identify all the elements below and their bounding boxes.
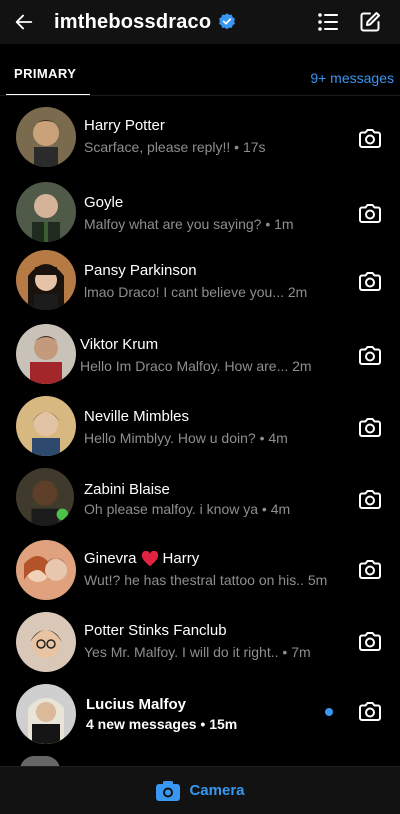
message-preview: Oh please malfoy. i know ya • 4m	[84, 501, 291, 517]
camera-label: Camera	[189, 782, 245, 799]
camera-icon[interactable]	[356, 414, 384, 442]
message-preview: Wut!? he has thestral tattoo on his.. 5m	[84, 572, 328, 588]
camera-icon[interactable]	[356, 200, 384, 228]
camera-icon[interactable]	[356, 628, 384, 656]
avatar	[16, 324, 76, 384]
message-preview: lmao Draco! I cant believe you... 2m	[84, 284, 308, 300]
inbox-tabs: PRIMARY 9+ messages	[0, 44, 400, 96]
avatar	[16, 468, 74, 526]
avatar	[16, 540, 76, 600]
conversation-row[interactable]: Pansy Parkinson lmao Draco! I cant belie…	[0, 248, 400, 318]
avatar	[16, 250, 76, 310]
camera-icon[interactable]	[356, 486, 384, 514]
message-preview: Yes Mr. Malfoy. I will do it right.. • 7…	[84, 644, 311, 660]
conversation-name: Pansy Parkinson	[84, 262, 197, 279]
conversation-name: Zabini Blaise	[84, 481, 170, 498]
message-preview: Hello Mimblyy. How u doin? • 4m	[84, 430, 288, 446]
unread-dot	[325, 708, 333, 716]
conversation-row[interactable]: Zabini Blaise Oh please malfoy. i know y…	[0, 466, 400, 536]
camera-icon[interactable]	[356, 556, 384, 584]
conversation-name-part: Ginevra	[84, 550, 137, 567]
avatar	[16, 396, 76, 456]
conversation-row[interactable]: Potter Stinks Fanclub Yes Mr. Malfoy. I …	[0, 610, 400, 680]
conversation-name: Goyle	[84, 194, 124, 211]
message-requests-link[interactable]: 9+ messages	[310, 70, 394, 86]
message-preview: Malfoy what are you saying? • 1m	[84, 216, 294, 232]
edit-icon[interactable]	[358, 10, 382, 34]
conversation-name-part: Harry	[162, 550, 200, 567]
conversation-name: Neville Mimbles	[84, 408, 190, 425]
arrow-left-icon	[15, 14, 33, 30]
avatar	[16, 612, 76, 672]
divider	[0, 95, 400, 96]
conversation-name: Harry Potter	[84, 117, 165, 134]
avatar	[16, 107, 76, 167]
conversation-row[interactable]: Viktor Krum Hello Im Draco Malfoy. How a…	[0, 322, 400, 392]
message-preview: 4 new messages • 15m	[86, 716, 238, 732]
camera-bar[interactable]: Camera	[0, 766, 400, 814]
account-username: imthebossdraco	[54, 10, 212, 33]
conversation-name: Lucius Malfoy	[86, 696, 187, 713]
camera-icon[interactable]	[356, 342, 384, 370]
top-bar: imthebossdraco	[0, 0, 400, 44]
conversation-name: Ginevra Harry	[84, 550, 199, 567]
message-preview: Scarface, please reply!! • 17s	[84, 139, 266, 155]
conversation-name: Viktor Krum	[80, 336, 159, 353]
message-preview: Hello Im Draco Malfoy. How are... 2m	[80, 358, 312, 374]
avatar	[16, 182, 76, 242]
tab-primary[interactable]: PRIMARY	[14, 66, 76, 81]
conversation-row[interactable]: Lucius Malfoy 4 new messages • 15m	[0, 682, 400, 752]
account-switcher[interactable]: imthebossdraco	[54, 11, 237, 34]
conversation-row[interactable]: Harry Potter Scarface, please reply!! • …	[0, 105, 400, 175]
conversation-row[interactable]: Goyle Malfoy what are you saying? • 1m	[0, 180, 400, 250]
conversation-row[interactable]: Ginevra Harry Wut!? he has thestral tatt…	[0, 538, 400, 608]
camera-icon[interactable]	[356, 698, 384, 726]
camera-icon	[156, 780, 181, 801]
conversation-row[interactable]: Neville Mimbles Hello Mimblyy. How u doi…	[0, 394, 400, 464]
avatar	[16, 684, 76, 744]
camera-icon[interactable]	[356, 268, 384, 296]
verified-badge-icon	[219, 13, 236, 30]
camera-icon[interactable]	[356, 125, 384, 153]
heart-icon	[141, 550, 158, 566]
back-button[interactable]	[0, 0, 48, 44]
conversation-name: Potter Stinks Fanclub	[84, 622, 227, 639]
list-icon[interactable]	[316, 10, 340, 34]
